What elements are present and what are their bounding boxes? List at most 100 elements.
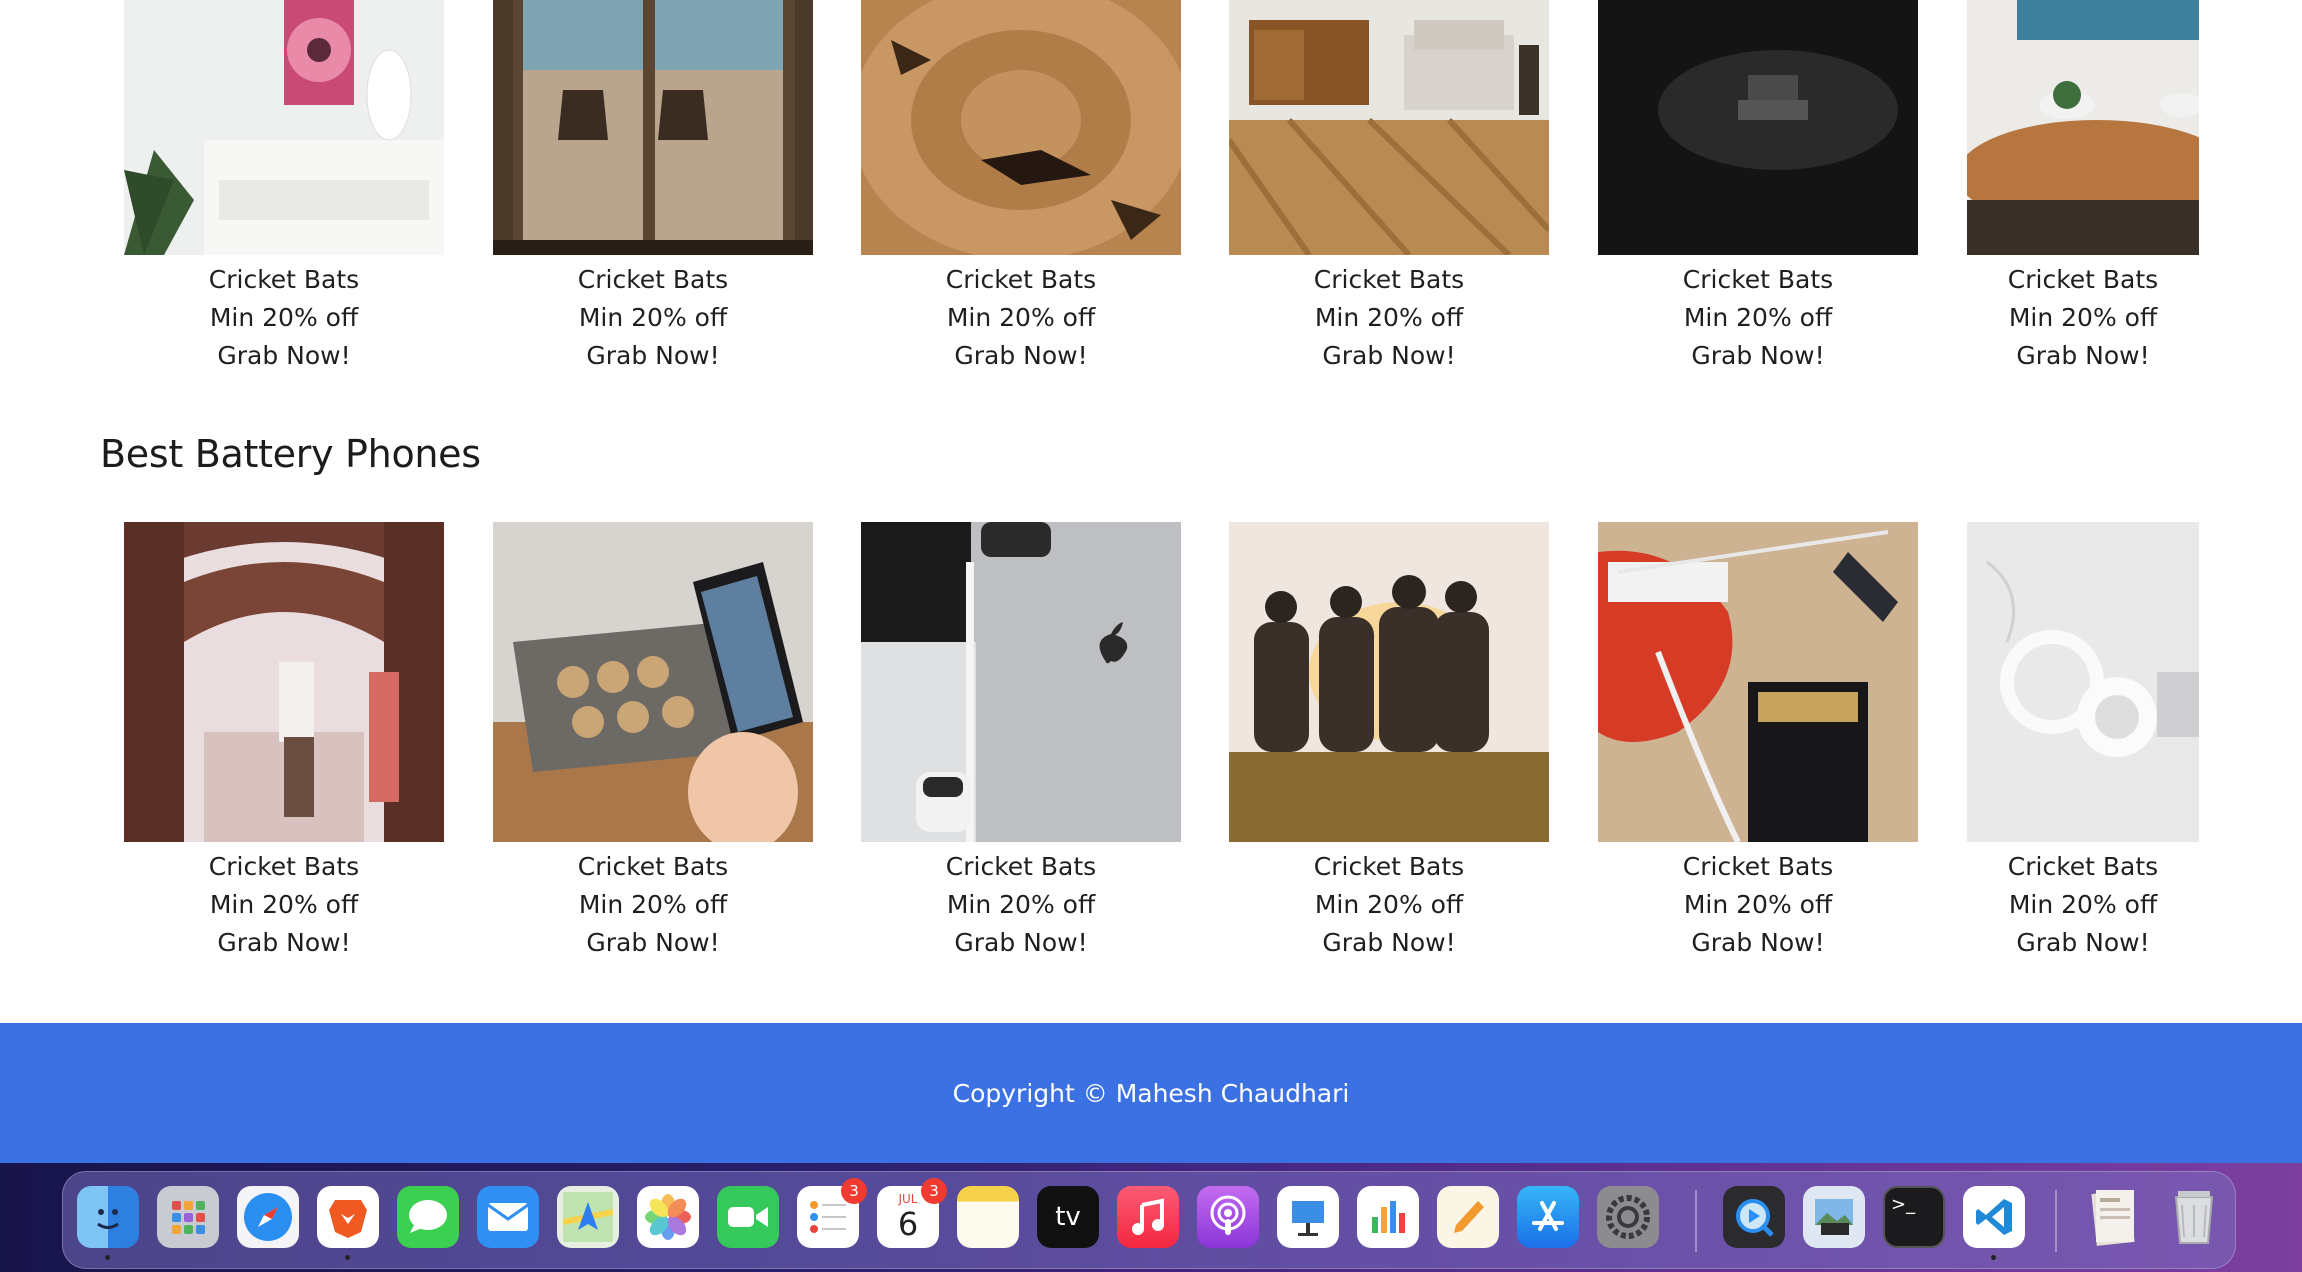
product-title: Cricket Bats [1313, 265, 1465, 294]
product-offer: Min 20% off [2008, 303, 2158, 332]
product-image[interactable] [1229, 0, 1549, 255]
maps-icon[interactable] [557, 1186, 619, 1248]
grab-now-link[interactable]: Grab Now! [493, 924, 813, 962]
apple-tv-label: tv [1055, 1202, 1081, 1232]
product-image[interactable] [1229, 522, 1549, 842]
grab-now-link[interactable]: Grab Now! [1598, 924, 1918, 962]
product-image[interactable] [1967, 522, 2199, 842]
vscode-icon[interactable] [1963, 1186, 2025, 1260]
calendar-day: 6 [897, 1205, 919, 1243]
product-title: Cricket Bats [945, 852, 1097, 881]
keynote-icon[interactable] [1277, 1186, 1339, 1248]
grab-now-link[interactable]: Grab Now! [1229, 337, 1549, 375]
product-title: Cricket Bats [208, 265, 360, 294]
product-offer: Min 20% off [209, 890, 359, 919]
system-preferences-icon[interactable] [1597, 1186, 1659, 1248]
product-image[interactable] [1598, 522, 1918, 842]
grab-now-link[interactable]: Grab Now! [124, 924, 444, 962]
dock-separator [1695, 1190, 1697, 1252]
safari-icon[interactable] [237, 1186, 299, 1248]
product-card[interactable]: Cricket Bats Min 20% off Grab Now! [1229, 0, 1549, 375]
grab-now-link[interactable]: Grab Now! [493, 337, 813, 375]
product-title: Cricket Bats [208, 852, 360, 881]
grab-now-link[interactable]: Grab Now! [1598, 337, 1918, 375]
product-card[interactable]: Cricket Bats Min 20% off Grab Now! [493, 522, 813, 962]
product-offer: Min 20% off [578, 890, 728, 919]
section-title: Best Battery Phones [100, 432, 481, 476]
product-title: Cricket Bats [577, 265, 729, 294]
photos-icon[interactable] [637, 1186, 699, 1248]
calendar-month: JUL [898, 1192, 918, 1206]
launchpad-icon[interactable] [157, 1186, 219, 1248]
product-offer: Min 20% off [946, 303, 1096, 332]
product-card[interactable]: Cricket Bats Min 20% off Grab Now! [1967, 0, 2199, 375]
product-image[interactable] [861, 522, 1181, 842]
podcasts-icon[interactable] [1197, 1186, 1259, 1248]
music-icon[interactable] [1117, 1186, 1179, 1248]
product-title: Cricket Bats [945, 265, 1097, 294]
product-offer: Min 20% off [2008, 890, 2158, 919]
notification-badge: 3 [841, 1178, 867, 1204]
product-image[interactable] [1598, 0, 1918, 255]
product-card[interactable]: Cricket Bats Min 20% off Grab Now! [1967, 522, 2199, 962]
running-indicator [345, 1255, 350, 1260]
terminal-prompt: >_ [1891, 1194, 1916, 1215]
notification-badge: 3 [921, 1178, 947, 1204]
trash-icon[interactable] [2163, 1186, 2225, 1248]
dock-separator [2055, 1190, 2057, 1252]
product-image[interactable] [493, 0, 813, 255]
product-image[interactable] [861, 0, 1181, 255]
mail-icon[interactable] [477, 1186, 539, 1248]
product-offer: Min 20% off [578, 303, 728, 332]
grab-now-link[interactable]: Grab Now! [124, 337, 444, 375]
product-image[interactable] [493, 522, 813, 842]
app-store-icon[interactable] [1517, 1186, 1579, 1248]
dock: 3 JUL 6 3 tv >_ [62, 1171, 2236, 1269]
copyright-text: Copyright © Mahesh Chaudhari [952, 1078, 1350, 1108]
product-title: Cricket Bats [1682, 265, 1834, 294]
numbers-icon[interactable] [1357, 1186, 1419, 1248]
product-offer: Min 20% off [1683, 890, 1833, 919]
product-title: Cricket Bats [577, 852, 729, 881]
product-title: Cricket Bats [2007, 852, 2159, 881]
product-card[interactable]: Cricket Bats Min 20% off Grab Now! [861, 0, 1181, 375]
product-image[interactable] [124, 522, 444, 842]
grab-now-link[interactable]: Grab Now! [861, 924, 1181, 962]
grab-now-link[interactable]: Grab Now! [1967, 924, 2199, 962]
pages-icon[interactable] [1437, 1186, 1499, 1248]
product-offer: Min 20% off [946, 890, 1096, 919]
product-image[interactable] [1967, 0, 2199, 255]
apple-tv-icon[interactable]: tv [1037, 1186, 1099, 1248]
running-indicator [1991, 1255, 1996, 1260]
notes-icon[interactable] [957, 1186, 1019, 1248]
finder-icon[interactable] [77, 1186, 139, 1260]
product-offer: Min 20% off [209, 303, 359, 332]
product-card[interactable]: Cricket Bats Min 20% off Grab Now! [124, 0, 444, 375]
grab-now-link[interactable]: Grab Now! [1229, 924, 1549, 962]
product-offer: Min 20% off [1314, 890, 1464, 919]
terminal-icon[interactable]: >_ [1883, 1186, 1945, 1248]
documents-stack-icon[interactable] [2083, 1186, 2145, 1248]
product-card[interactable]: Cricket Bats Min 20% off Grab Now! [861, 522, 1181, 962]
calendar-icon[interactable]: JUL 6 3 [877, 1178, 947, 1248]
product-card[interactable]: Cricket Bats Min 20% off Grab Now! [124, 522, 444, 962]
brave-icon[interactable] [317, 1186, 379, 1260]
product-card[interactable]: Cricket Bats Min 20% off Grab Now! [493, 0, 813, 375]
preview-icon[interactable] [1803, 1186, 1865, 1248]
facetime-icon[interactable] [717, 1186, 779, 1248]
grab-now-link[interactable]: Grab Now! [861, 337, 1181, 375]
product-offer: Min 20% off [1314, 303, 1464, 332]
footer: Copyright © Mahesh Chaudhari [0, 1023, 2302, 1163]
product-card[interactable]: Cricket Bats Min 20% off Grab Now! [1229, 522, 1549, 962]
product-image[interactable] [124, 0, 444, 255]
quicktime-icon[interactable] [1723, 1186, 1785, 1248]
product-title: Cricket Bats [2007, 265, 2159, 294]
grab-now-link[interactable]: Grab Now! [1967, 337, 2199, 375]
product-card[interactable]: Cricket Bats Min 20% off Grab Now! [1598, 0, 1918, 375]
product-title: Cricket Bats [1682, 852, 1834, 881]
messages-icon[interactable] [397, 1186, 459, 1248]
product-title: Cricket Bats [1313, 852, 1465, 881]
desktop-background: 3 JUL 6 3 tv >_ [0, 1163, 2302, 1272]
product-card[interactable]: Cricket Bats Min 20% off Grab Now! [1598, 522, 1918, 962]
reminders-icon[interactable]: 3 [797, 1178, 867, 1248]
